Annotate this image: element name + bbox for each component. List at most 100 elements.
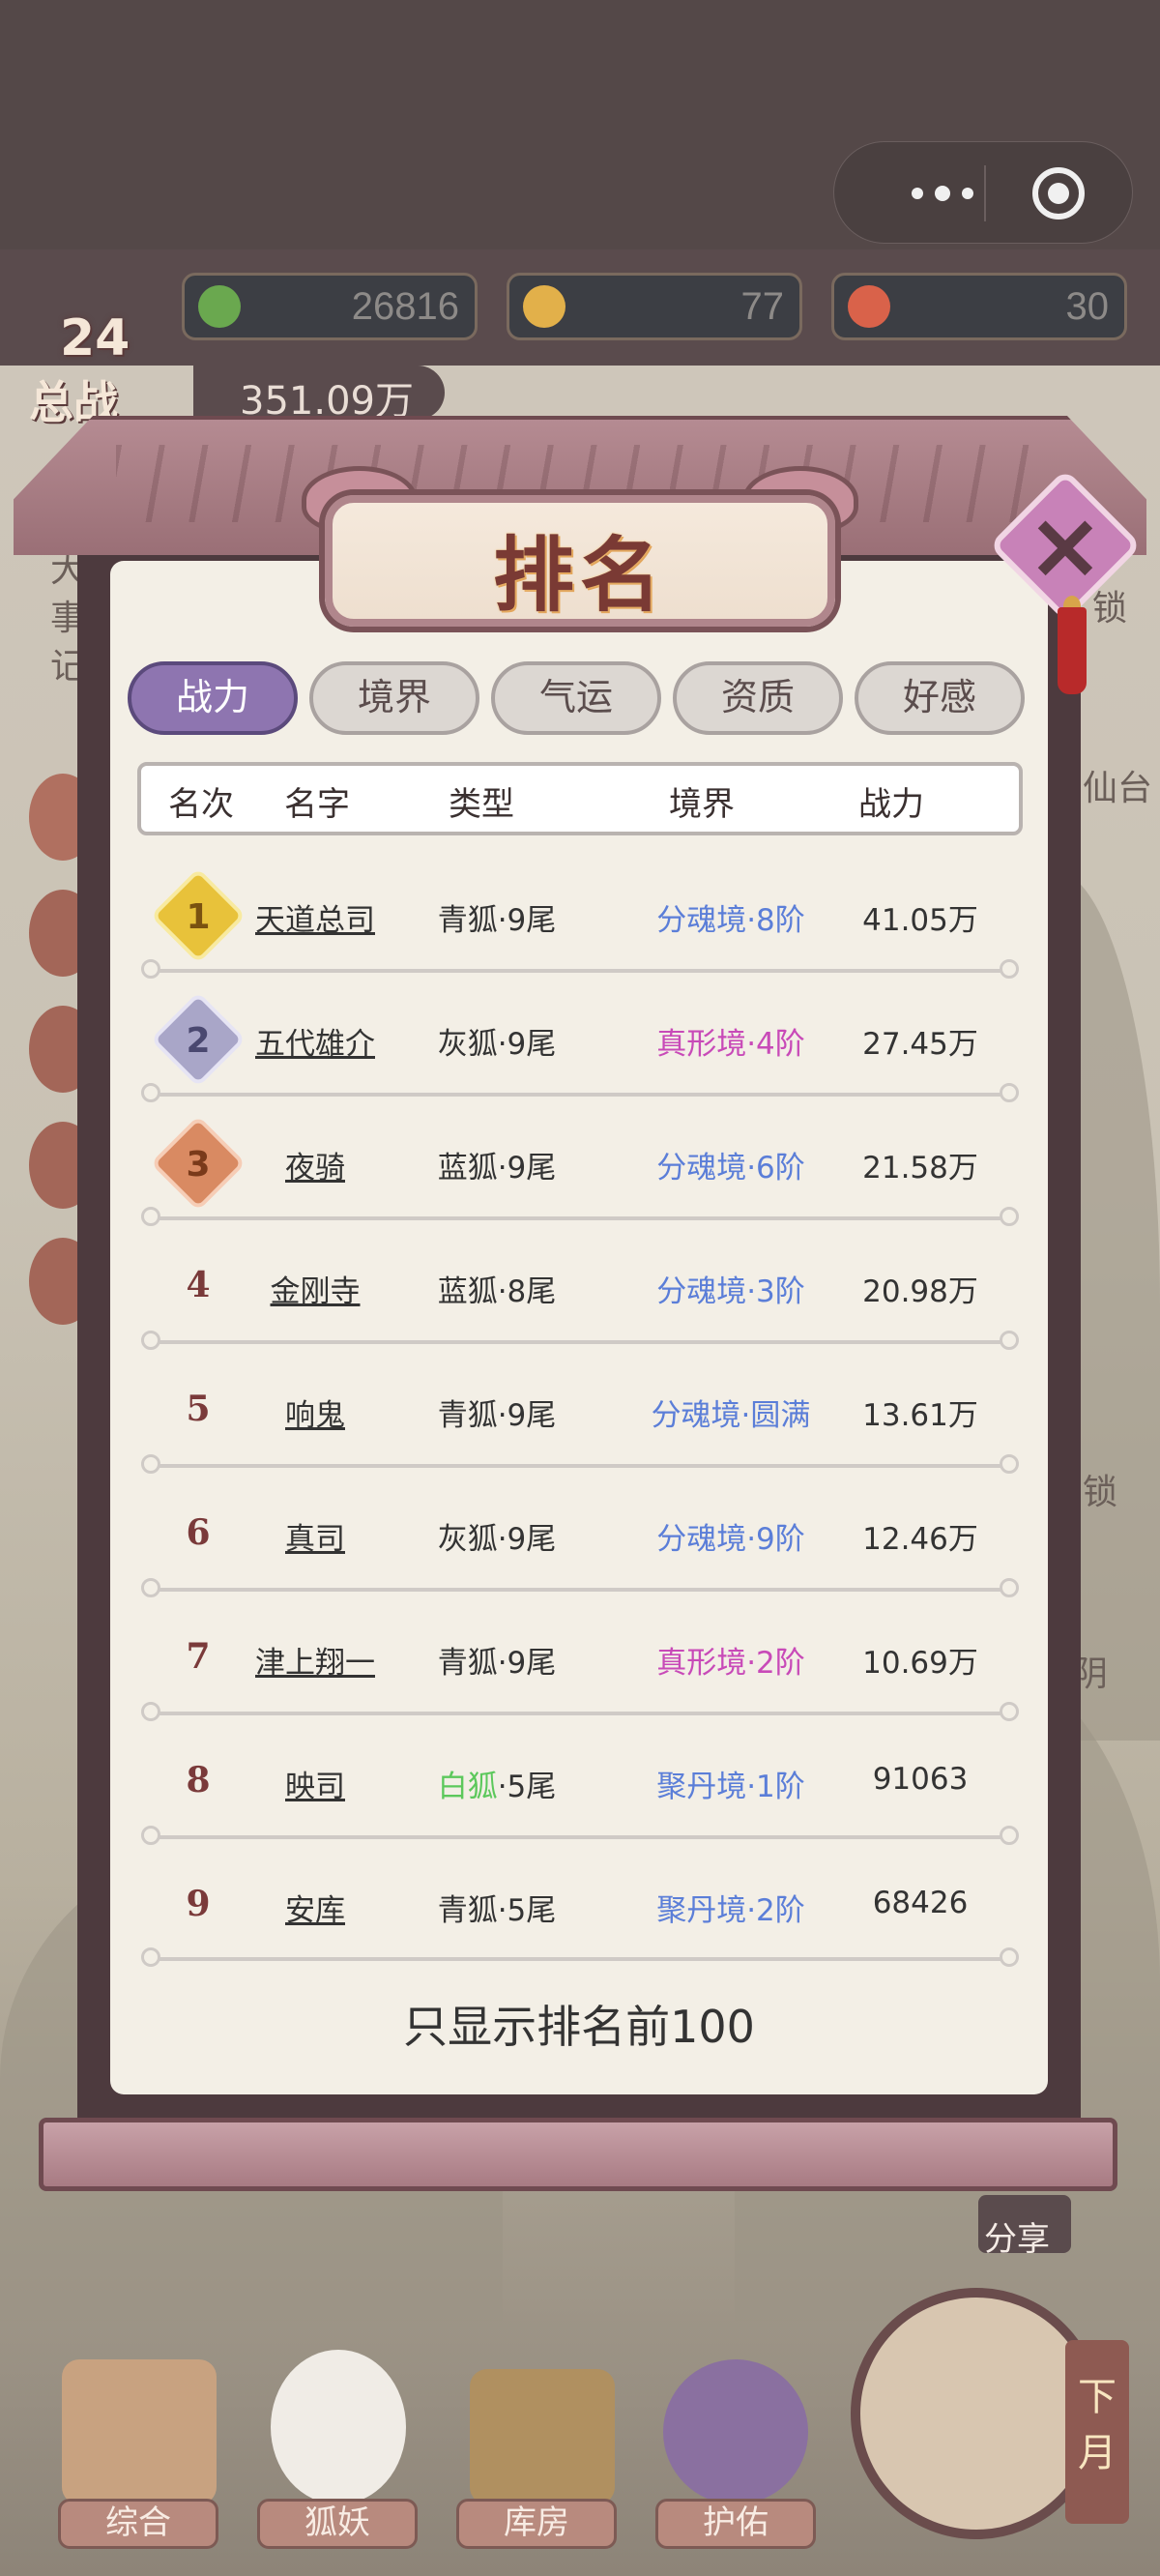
nav-tab-general[interactable]: 综合 <box>58 2499 218 2549</box>
player-name[interactable]: 五代雄介 <box>234 1019 396 1063</box>
resource-peach[interactable]: 30 <box>831 273 1127 340</box>
rank-number: 5 <box>186 1389 211 1429</box>
table-row[interactable]: 4 金刚寺 蓝狐·8尾 分魂境·3阶 20.98万 <box>135 1240 1025 1363</box>
table-row[interactable]: 3 夜骑 蓝狐·9尾 分魂境·6阶 21.58万 <box>135 1115 1025 1240</box>
row-divider <box>141 1331 1019 1350</box>
realm: 真形境·4阶 <box>656 1027 805 1062</box>
row-divider <box>141 1826 1019 1845</box>
rank-number: 9 <box>186 1884 211 1924</box>
player-name[interactable]: 真司 <box>234 1514 396 1558</box>
fox-type: 蓝狐·8尾 <box>437 1274 557 1309</box>
fox-type-tails: ·5尾 <box>497 1770 557 1804</box>
table-row[interactable]: 7 津上翔一 青狐·9尾 真形境·2阶 10.69万 <box>135 1611 1025 1735</box>
fox-type-white: 白狐 <box>437 1770 498 1804</box>
side-label: 仙台 <box>1083 769 1153 808</box>
realm: 分魂境·9阶 <box>656 1522 805 1557</box>
player-name[interactable]: 金刚寺 <box>234 1267 396 1310</box>
column-power: 战力 <box>858 785 924 824</box>
column-name: 名字 <box>284 785 350 824</box>
realm: 分魂境·3阶 <box>656 1274 805 1309</box>
power-value: 91063 <box>872 1762 969 1797</box>
power-value: 20.98万 <box>862 1274 978 1309</box>
realm: 聚丹境·2阶 <box>656 1893 805 1928</box>
realm: 分魂境·圆满 <box>651 1398 811 1433</box>
power-value: 21.58万 <box>862 1151 978 1186</box>
table-row[interactable]: 9 安库 青狐·5尾 聚丹境·2阶 68426 <box>135 1859 1025 1982</box>
miniprogram-capsule <box>833 141 1133 244</box>
table-row[interactable]: 8 映司 白狐·5尾 聚丹境·1阶 91063 <box>135 1735 1025 1859</box>
row-divider <box>141 1578 1019 1597</box>
rank-number: 6 <box>186 1512 211 1553</box>
fox-type: 灰狐·9尾 <box>437 1522 557 1557</box>
jade-icon <box>198 285 241 328</box>
ranking-footnote: 只显示排名前100 <box>403 2001 755 2053</box>
rank-number: 2 <box>186 1021 211 1061</box>
nav-tab-bless[interactable]: 护佑 <box>655 2499 816 2549</box>
rank-number: 1 <box>186 897 211 937</box>
nav-tab-storage[interactable]: 库房 <box>456 2499 617 2549</box>
lotus-icon[interactable] <box>663 2359 808 2504</box>
fox-type: 青狐·9尾 <box>437 1646 557 1681</box>
fox-mask-icon[interactable] <box>271 2350 406 2504</box>
tab-fortune[interactable]: 气运 <box>491 661 661 735</box>
player-name[interactable]: 津上翔一 <box>234 1638 396 1682</box>
resource-value: 26816 <box>351 285 459 328</box>
side-label: 锁 <box>1083 1473 1118 1512</box>
tassel-icon <box>1058 607 1087 694</box>
player-name[interactable]: 天道总司 <box>234 895 396 939</box>
rank-number: 3 <box>186 1145 211 1185</box>
fox-type: 蓝狐·9尾 <box>437 1151 557 1186</box>
row-divider <box>141 1454 1019 1474</box>
column-realm: 境界 <box>669 785 735 824</box>
close-miniprogram-icon[interactable] <box>1032 167 1085 220</box>
realm: 真形境·2阶 <box>656 1646 805 1681</box>
power-value: 10.69万 <box>862 1646 978 1681</box>
gold-ingot-icon <box>523 285 566 328</box>
fox-type: 青狐·9尾 <box>437 1398 557 1433</box>
table-header: 名次 名字 类型 境界 战力 <box>137 762 1023 835</box>
player-name[interactable]: 响鬼 <box>234 1390 396 1434</box>
resource-gold[interactable]: 77 <box>507 273 802 340</box>
realm: 分魂境·8阶 <box>656 903 805 938</box>
capsule-divider <box>984 165 986 221</box>
player-name[interactable]: 夜骑 <box>234 1143 396 1186</box>
realm: 聚丹境·1阶 <box>656 1770 805 1804</box>
player-level[interactable]: 24 总战 <box>21 309 186 428</box>
table-row[interactable]: 2 五代雄介 灰狐·9尾 真形境·4阶 27.45万 <box>135 991 1025 1116</box>
power-value: 68426 <box>872 1886 969 1920</box>
fox-type: 灰狐·9尾 <box>437 1027 557 1062</box>
player-name[interactable]: 映司 <box>234 1762 396 1805</box>
ranking-modal-base <box>39 2118 1117 2191</box>
power-value: 27.45万 <box>862 1027 978 1062</box>
table-row[interactable]: 6 真司 灰狐·9尾 分魂境·9阶 12.46万 <box>135 1487 1025 1611</box>
resource-value: 30 <box>1065 285 1110 328</box>
player-name[interactable]: 安库 <box>234 1886 396 1929</box>
next-month-button[interactable]: 下 月 <box>1065 2340 1129 2524</box>
resource-jade[interactable]: 26816 <box>182 273 478 340</box>
calendar-icon[interactable] <box>851 2288 1102 2539</box>
power-value: 41.05万 <box>862 903 978 938</box>
tab-realm[interactable]: 境界 <box>309 661 479 735</box>
row-divider <box>141 1083 1019 1102</box>
row-divider <box>141 1947 1019 1967</box>
player-level-number: 24 <box>60 309 130 367</box>
more-icon[interactable] <box>884 177 1000 210</box>
storage-icon[interactable] <box>470 2369 615 2504</box>
rank-number: 4 <box>186 1265 211 1305</box>
close-icon[interactable]: × <box>1011 491 1119 600</box>
fox-type: 青狐·5尾 <box>437 1893 557 1928</box>
modal-title: 排名 <box>492 527 667 623</box>
column-rank: 名次 <box>168 785 234 824</box>
tab-aptitude[interactable]: 资质 <box>673 661 843 735</box>
realm: 分魂境·6阶 <box>656 1151 805 1186</box>
peach-icon <box>848 285 890 328</box>
nav-tab-fox[interactable]: 狐妖 <box>257 2499 418 2549</box>
table-row[interactable]: 5 响鬼 青狐·9尾 分魂境·圆满 13.61万 <box>135 1363 1025 1487</box>
tab-power[interactable]: 战力 <box>128 661 298 735</box>
share-label[interactable]: 分享 <box>984 2212 1050 2260</box>
row-divider <box>141 1207 1019 1226</box>
row-divider <box>141 1702 1019 1721</box>
table-row[interactable]: 1 天道总司 青狐·9尾 分魂境·8阶 41.05万 <box>135 867 1025 992</box>
shrine-icon[interactable] <box>62 2359 217 2504</box>
tab-favor[interactable]: 好感 <box>855 661 1025 735</box>
